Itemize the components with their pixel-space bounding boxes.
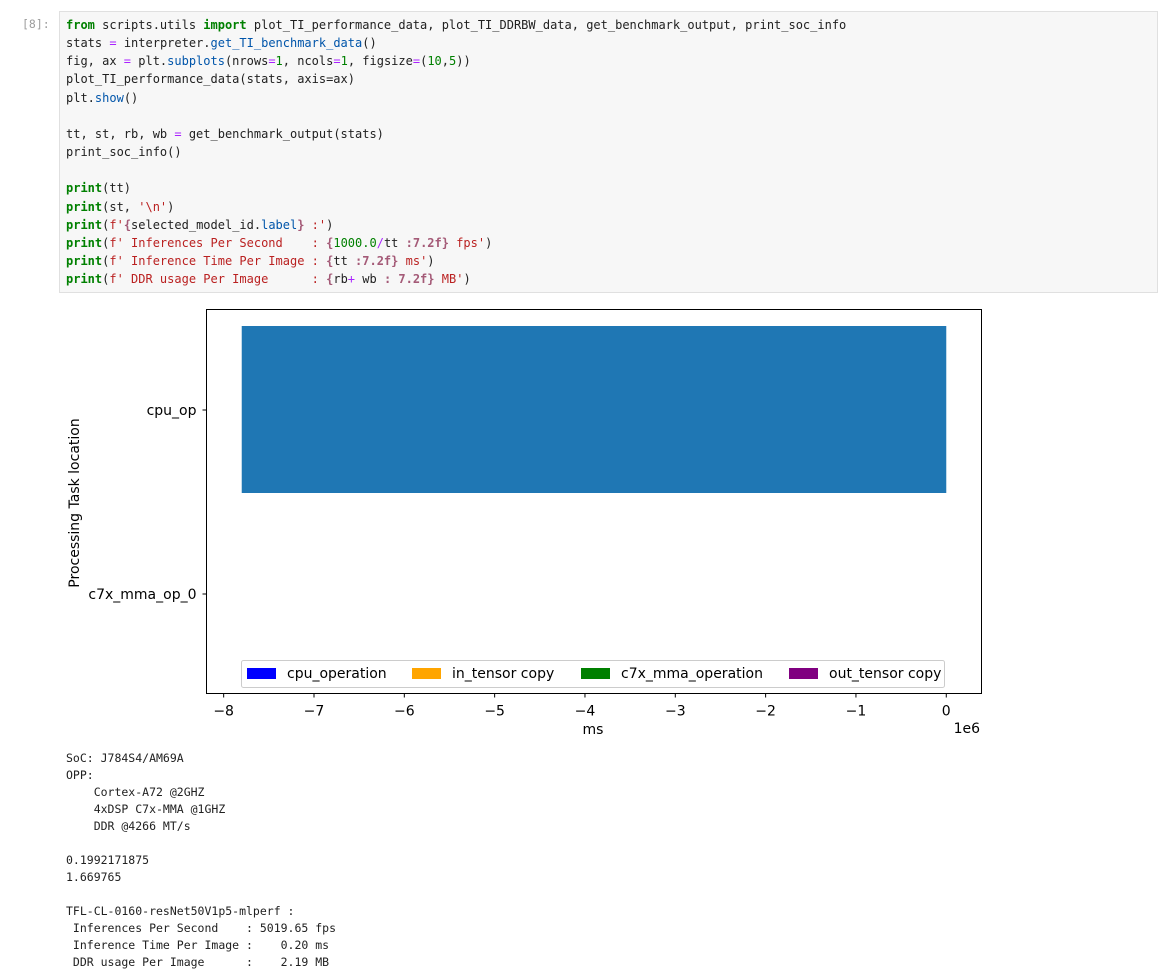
- legend-label: in_tensor copy: [452, 666, 554, 682]
- code-line-2: stats = interpreter.get_TI_benchmark_dat…: [66, 36, 377, 51]
- code-line-5: plt.show(): [66, 90, 139, 105]
- code-line-3: fig, ax = plt.subplots(nrows=1, ncols=1,…: [66, 54, 471, 69]
- x-tick-label: −3: [665, 704, 686, 720]
- output-mb: DDR usage Per Image : 2.19 MB: [66, 955, 330, 969]
- code-line-1: from scripts.utils import plot_TI_perfor…: [66, 18, 847, 32]
- code-line-7: print_soc_info(): [66, 145, 182, 160]
- x-tick-label: −2: [755, 704, 776, 720]
- code-line-4: plot_TI_performance_data(stats, axis=ax): [66, 72, 355, 87]
- code-line-9: print(st, '\n'): [66, 199, 175, 214]
- legend-swatch: [247, 668, 276, 679]
- x-tick-label: −6: [394, 704, 415, 720]
- legend-swatch: [412, 668, 441, 679]
- code-line-12: print(f' Inference Time Per Image : {tt …: [66, 254, 435, 269]
- code-line-11: print(f' Inferences Per Second : {1000.0…: [66, 235, 493, 250]
- y-tick-label: c7x_mma_op_0: [88, 587, 196, 603]
- output-dsp: 4xDSP C7x-MMA @1GHZ: [66, 802, 226, 816]
- legend-label: out_tensor copy: [829, 666, 941, 682]
- legend-swatch: [581, 668, 610, 679]
- y-tick-label: cpu_op: [147, 403, 197, 419]
- x-axis-label: ms: [583, 722, 604, 738]
- code-cell[interactable]: from scripts.utils import plot_TI_perfor…: [59, 11, 1158, 293]
- output-opp: OPP:: [66, 768, 94, 782]
- cell-output: SoC: J784S4/AM69A OPP: Cortex-A72 @2GHZ …: [66, 750, 336, 971]
- bar-cpu_op: [241, 326, 947, 493]
- output-ddr: DDR @4266 MT/s: [66, 819, 191, 833]
- code-line-13: print(f' DDR usage Per Image : {rb+ wb :…: [66, 272, 471, 287]
- output-soc: SoC: J784S4/AM69A: [66, 751, 184, 765]
- code-line-8: print(tt): [66, 181, 132, 196]
- code-line-10: print(f'{selected_model_id.label} :'): [66, 217, 334, 232]
- output-ms: Inference Time Per Image : 0.20 ms: [66, 938, 330, 952]
- performance-chart: cpu_op c7x_mma_op_0 −8 −7 −6 −5 −4 −3 −2 −1 0 Pro…: [67, 309, 982, 738]
- x-tick-label: −4: [575, 704, 596, 720]
- code-editor[interactable]: from scripts.utils import plot_TI_perfor…: [66, 16, 846, 288]
- legend-swatch: [789, 668, 818, 679]
- cell-prompt: [8]:: [22, 17, 50, 31]
- output-st: 1.669765: [66, 870, 122, 884]
- legend-label: c7x_mma_operation: [621, 666, 763, 682]
- x-tick-label: −8: [213, 704, 234, 720]
- output-model: TFL-CL-0160-resNet50V1p5-mlperf :: [66, 904, 295, 918]
- x-axis-offset-label: 1e6: [954, 721, 981, 737]
- x-tick-label: −1: [846, 704, 867, 720]
- x-tick-label: −7: [304, 704, 325, 720]
- output-cpu: Cortex-A72 @2GHZ: [66, 785, 205, 799]
- x-tick-label: 0: [942, 704, 951, 720]
- output-tt: 0.1992171875: [66, 853, 150, 867]
- legend: cpu_operation in_tensor copy c7x_mma_opera…: [241, 660, 945, 688]
- code-line-6: tt, st, rb, wb = get_benchmark_output(st…: [66, 126, 384, 141]
- legend-label: cpu_operation: [287, 666, 387, 682]
- output-fps: Inferences Per Second : 5019.65 fps: [66, 921, 337, 935]
- y-axis-label: Processing Task location: [67, 418, 83, 587]
- x-tick-label: −5: [484, 704, 505, 720]
